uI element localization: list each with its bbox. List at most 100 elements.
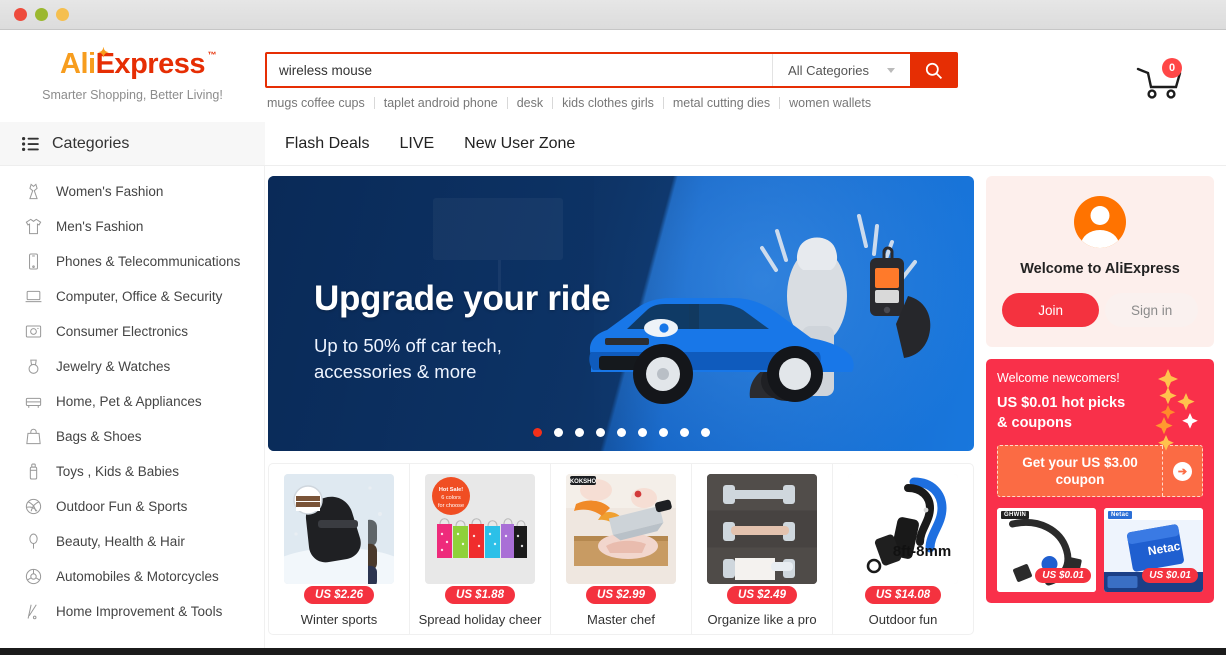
sidebar-item-label: Toys , Kids & Babies: [56, 464, 180, 479]
brand-tagline: Smarter Shopping, Better Living!: [42, 88, 223, 102]
product-price: US $2.49: [727, 586, 797, 604]
product-name: Spread holiday cheer: [418, 612, 542, 627]
suggestion-link[interactable]: kids clothes girls: [553, 96, 663, 110]
product-card[interactable]: KOKSHO US $2.99 Master chef: [551, 464, 692, 634]
promo-product-tiles: GHWIN US $0.01 Netac Netac US $0.01: [997, 508, 1203, 593]
carousel-dot-7[interactable]: [658, 428, 668, 437]
carousel-dot-4[interactable]: [595, 428, 605, 437]
sidebar-item-label: Women's Fashion: [56, 184, 164, 199]
gift-bags-image: Hot Sale! 6 colors for choose: [425, 474, 535, 584]
cart-area[interactable]: 0: [1134, 30, 1226, 107]
window-titlebar: [0, 0, 1226, 30]
nav-link-live[interactable]: LIVE: [399, 135, 434, 153]
carousel-dot-3[interactable]: [574, 428, 584, 437]
hero-artwork: [589, 214, 931, 404]
nav-link-flash-deals[interactable]: Flash Deals: [285, 135, 369, 153]
suggestion-link[interactable]: taplet android phone: [375, 96, 507, 110]
suggestion-link[interactable]: metal cutting dies: [664, 96, 779, 110]
page-body: Women's Fashion Men's Fashion Phones & T…: [0, 166, 1226, 655]
welcome-panel: Welcome to AliExpress Join Sign in: [986, 176, 1214, 347]
search-bar: All Categories: [265, 52, 958, 88]
product-price: US $1.88: [445, 586, 515, 604]
product-card[interactable]: US $2.26 Winter sports: [269, 464, 410, 634]
sidebar-item-bags-shoes[interactable]: Bags & Shoes: [0, 419, 264, 454]
promo-tile[interactable]: GHWIN US $0.01: [997, 508, 1096, 593]
promo-tile-price: US $0.01: [1142, 568, 1198, 584]
window-minimize-button[interactable]: [35, 8, 48, 21]
product-card[interactable]: US $2.49 Organize like a pro: [692, 464, 833, 634]
sidebar-item-outdoor-sports[interactable]: Outdoor Fun & Sports: [0, 489, 264, 524]
chevron-down-icon: [886, 67, 895, 73]
product-image: [707, 474, 817, 584]
logo-part-2: Express: [95, 48, 206, 80]
sidebar-item-consumer-electronics[interactable]: Consumer Electronics: [0, 314, 264, 349]
join-button[interactable]: Join: [1002, 293, 1100, 327]
winter-gloves-image: [284, 474, 394, 584]
ring-icon: [28, 359, 39, 374]
auth-buttons: Join Sign in: [1002, 293, 1198, 327]
sidebar-item-label: Jewelry & Watches: [56, 359, 171, 374]
brand-chip: Netac: [1108, 511, 1132, 520]
hero-subtitle: Up to 50% off car tech, accessories & mo…: [314, 333, 610, 386]
sidebar-item-toys-kids[interactable]: Toys , Kids & Babies: [0, 454, 264, 489]
sidebar-item-mens-fashion[interactable]: Men's Fashion: [0, 209, 264, 244]
ball-icon: [25, 498, 42, 515]
sidebar-item-home-pet[interactable]: Home, Pet & Appliances: [0, 384, 264, 419]
logo-sparkle-icon: ✦: [98, 45, 109, 60]
carousel-dot-1[interactable]: [532, 428, 542, 437]
logo-trademark: ™: [207, 50, 216, 60]
product-price: US $14.08: [864, 586, 942, 604]
product-image: Hot Sale! 6 colors for choose: [425, 474, 535, 584]
sidebar-item-automobiles[interactable]: Automobiles & Motorcycles: [0, 559, 264, 594]
kitchen-knife-image: KOKSHO: [566, 474, 676, 584]
user-avatar-icon: [1074, 196, 1126, 248]
avatar-body: [1081, 230, 1119, 248]
carousel-dot-6[interactable]: [637, 428, 647, 437]
search-button[interactable]: [910, 54, 956, 86]
hero-text: Upgrade your ride Up to 50% off car tech…: [314, 279, 611, 386]
tow-strap-image: 8ft-8mm: [848, 474, 958, 584]
carousel-dot-9[interactable]: [700, 428, 710, 437]
hero-title: Upgrade your ride: [314, 279, 611, 318]
product-card[interactable]: 8ft-8mm US $14.08 Outdoor fun: [833, 464, 973, 634]
categories-toggle[interactable]: Categories: [0, 122, 265, 165]
sidebar-item-home-improvement[interactable]: Home Improvement & Tools: [0, 594, 264, 629]
promo-subline: US $0.01 hot picks & coupons: [997, 395, 1126, 431]
brand-chip: GHWIN: [1001, 511, 1030, 520]
aliexpress-logo[interactable]: ✦ AliExpress ™: [60, 46, 216, 80]
sidebar-item-label: Bags & Shoes: [56, 429, 142, 444]
svg-text:for choose: for choose: [438, 503, 464, 509]
window-close-button[interactable]: [14, 8, 27, 21]
hero-subtitle-line-1: Up to 50% off car tech,: [314, 335, 502, 356]
nav-link-new-user-zone[interactable]: New User Zone: [464, 135, 575, 153]
promo-tile[interactable]: Netac Netac US $0.01: [1104, 508, 1203, 593]
nav-links: Flash Deals LIVE New User Zone: [265, 122, 575, 165]
svg-text:6 colors: 6 colors: [441, 495, 461, 501]
site-header: ✦ AliExpress ™ Smarter Shopping, Better Li…: [0, 30, 1226, 122]
window-zoom-button[interactable]: [56, 8, 69, 21]
carousel-dot-5[interactable]: [616, 428, 626, 437]
signin-button[interactable]: Sign in: [1105, 293, 1198, 327]
sidebar-item-jewelry[interactable]: Jewelry & Watches: [0, 349, 264, 384]
sparkles-icon: [1155, 369, 1198, 451]
svg-text:Hot Sale!: Hot Sale!: [439, 487, 463, 493]
suggestion-link[interactable]: women wallets: [780, 96, 880, 110]
hero-banner[interactable]: Upgrade your ride Up to 50% off car tech…: [268, 176, 974, 451]
sidebar-item-computer[interactable]: Computer, Office & Security: [0, 279, 264, 314]
sidebar-item-beauty-health[interactable]: Beauty, Health & Hair: [0, 524, 264, 559]
svg-text:KOKSHO: KOKSHO: [570, 479, 597, 485]
search-category-select[interactable]: All Categories: [772, 54, 910, 86]
right-rail: Welcome to AliExpress Join Sign in Welco…: [986, 166, 1226, 655]
carousel-dot-2[interactable]: [553, 428, 563, 437]
product-card[interactable]: Hot Sale! 6 colors for choose US $1.88 S…: [410, 464, 551, 634]
product-row: US $2.26 Winter sports Hot Sale! 6 color…: [268, 463, 974, 635]
sidebar-item-phones[interactable]: Phones & Telecommunications: [0, 244, 264, 279]
search-input[interactable]: [267, 54, 772, 86]
carousel-dot-8[interactable]: [679, 428, 689, 437]
search-area: All Categories mugs coffee cups taplet a…: [265, 30, 958, 110]
suggestion-link[interactable]: mugs coffee cups: [265, 96, 374, 110]
suggestion-link[interactable]: desk: [508, 96, 552, 110]
laptop-icon: [25, 290, 42, 303]
product-name: Winter sports: [300, 612, 378, 627]
sidebar-item-womens-fashion[interactable]: Women's Fashion: [0, 174, 264, 209]
